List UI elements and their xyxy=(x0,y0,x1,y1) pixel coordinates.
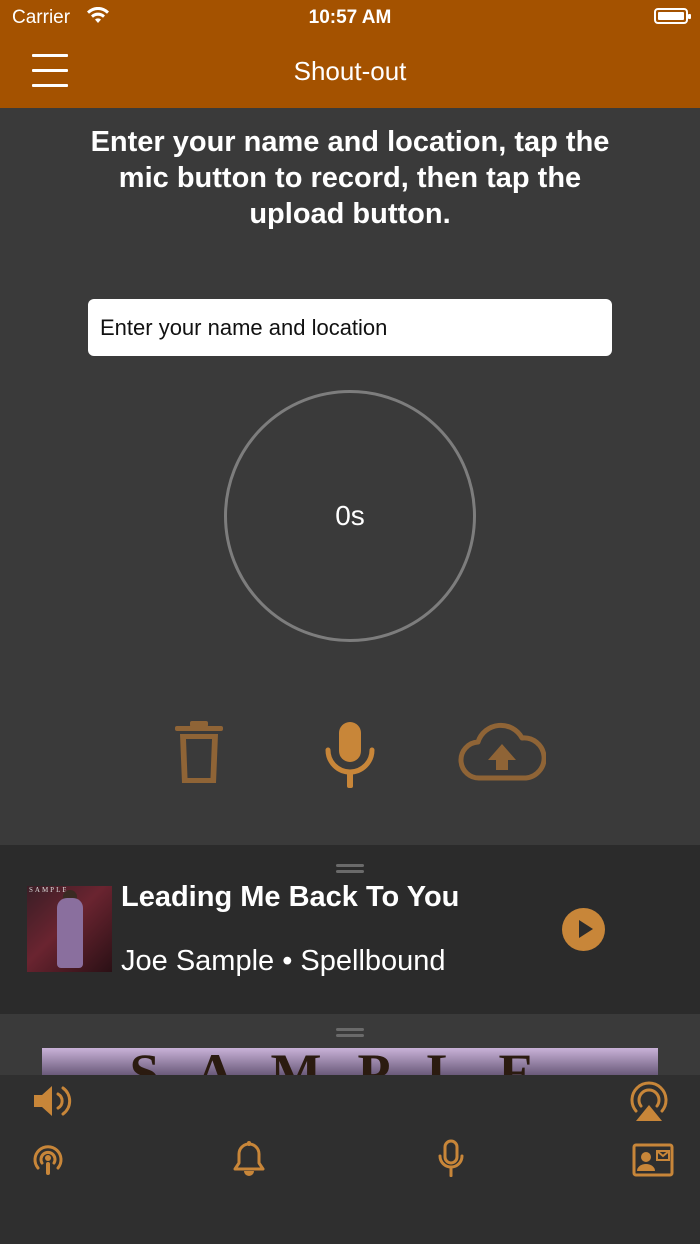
trash-icon[interactable] xyxy=(172,720,226,786)
album-art: SAMPLE xyxy=(27,886,112,972)
song-artist-album: Joe Sample • Spellbound xyxy=(121,945,446,977)
drag-handle-lower[interactable] xyxy=(336,1028,364,1037)
album-art-label: SAMPLE xyxy=(29,886,69,894)
album-banner: SAMPLE xyxy=(42,1048,658,1075)
song-title: Leading Me Back To You xyxy=(121,881,460,913)
contact-card-icon[interactable] xyxy=(632,1143,674,1177)
mic-tab-icon[interactable] xyxy=(438,1139,464,1179)
nav-bar: Shout-out xyxy=(0,36,700,108)
play-icon[interactable] xyxy=(562,908,605,951)
podcast-icon[interactable] xyxy=(30,1141,66,1177)
microphone-icon[interactable] xyxy=(322,720,378,790)
bell-icon[interactable] xyxy=(233,1141,265,1177)
name-location-input[interactable] xyxy=(88,299,612,356)
instructions-text: Enter your name and location, tap the mi… xyxy=(90,126,610,230)
battery-icon xyxy=(654,8,691,24)
airplay-icon[interactable] xyxy=(626,1079,672,1123)
status-bar: Carrier 10:57 AM xyxy=(0,0,700,36)
speaker-icon[interactable] xyxy=(32,1083,74,1119)
page-title: Shout-out xyxy=(293,56,407,86)
clock: 10:57 AM xyxy=(308,7,392,28)
tab-bar xyxy=(0,1075,700,1244)
now-playing-bar[interactable]: SAMPLE Leading Me Back To You Joe Sample… xyxy=(0,845,700,1014)
album-banner-text: SAMPLE xyxy=(42,1048,658,1075)
cloud-upload-icon[interactable] xyxy=(458,722,546,782)
drag-handle[interactable] xyxy=(336,864,364,873)
record-timer-label: 0s xyxy=(335,500,365,531)
